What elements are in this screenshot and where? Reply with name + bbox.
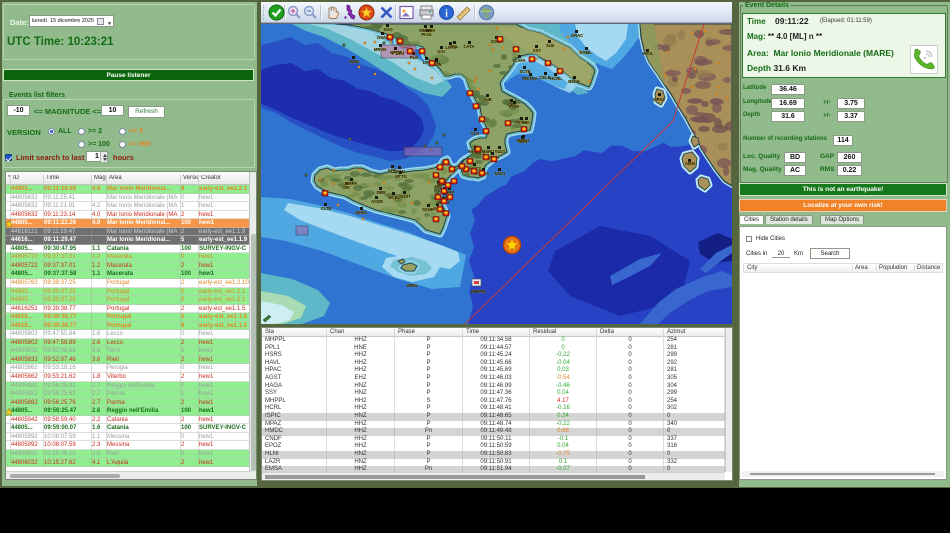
svg-text:SLB: SLB xyxy=(546,43,554,48)
svg-text:HAVL: HAVL xyxy=(642,51,654,56)
svg-text:SGRT: SGRT xyxy=(399,194,411,199)
svg-text:SOO: SOO xyxy=(383,27,393,32)
svg-text:CAFA: CAFA xyxy=(514,58,525,63)
svg-text:CELB: CELB xyxy=(539,75,550,80)
svg-text:MTTG: MTTG xyxy=(395,174,407,179)
svg-text:ADM: ADM xyxy=(349,59,359,64)
svg-text:SSY: SSY xyxy=(533,48,542,53)
svg-text:SERS: SERS xyxy=(355,210,367,215)
svg-text:GPF: GPF xyxy=(388,168,397,173)
svg-text:PIETRA: PIETRA xyxy=(522,76,537,81)
svg-text:HCRL: HCRL xyxy=(550,76,562,81)
svg-text:GNL: GNL xyxy=(450,44,459,49)
svg-text:LOV: LOV xyxy=(427,28,436,33)
svg-text:GMPA: GMPA xyxy=(345,181,357,186)
svg-text:SRN: SRN xyxy=(519,139,528,144)
svg-text:ACER: ACER xyxy=(371,199,383,204)
svg-text:MRVN: MRVN xyxy=(374,47,386,52)
svg-text:PETAL: PETAL xyxy=(515,120,529,125)
svg-text:AIEN: AIEN xyxy=(685,161,695,166)
svg-text:ESML: ESML xyxy=(580,50,592,55)
svg-text:MPAZ: MPAZ xyxy=(653,97,665,102)
svg-text:SCHR: SCHR xyxy=(422,207,434,212)
svg-text:CATA: CATA xyxy=(463,44,474,49)
svg-text:VLS: VLS xyxy=(471,131,479,136)
svg-text:EPOZ: EPOZ xyxy=(390,50,402,55)
svg-text:PSHI: PSHI xyxy=(509,104,519,109)
svg-text:GRAC: GRAC xyxy=(571,33,583,38)
svg-text:BELN: BELN xyxy=(568,79,579,84)
svg-text:DBR: DBR xyxy=(376,190,385,195)
svg-text:VULT: VULT xyxy=(495,149,506,154)
svg-text:WDG: WDG xyxy=(407,283,418,288)
svg-text:MHPPL: MHPPL xyxy=(471,289,487,294)
svg-text:NOCI: NOCI xyxy=(495,171,505,176)
svg-text:CLTB: CLTB xyxy=(321,206,332,211)
svg-text:PLG: PLG xyxy=(410,55,419,60)
svg-text:GGI: GGI xyxy=(437,49,445,54)
svg-text:GIB: GIB xyxy=(484,97,491,102)
svg-text:i: i xyxy=(445,9,448,20)
svg-text:MCEL: MCEL xyxy=(388,195,400,200)
